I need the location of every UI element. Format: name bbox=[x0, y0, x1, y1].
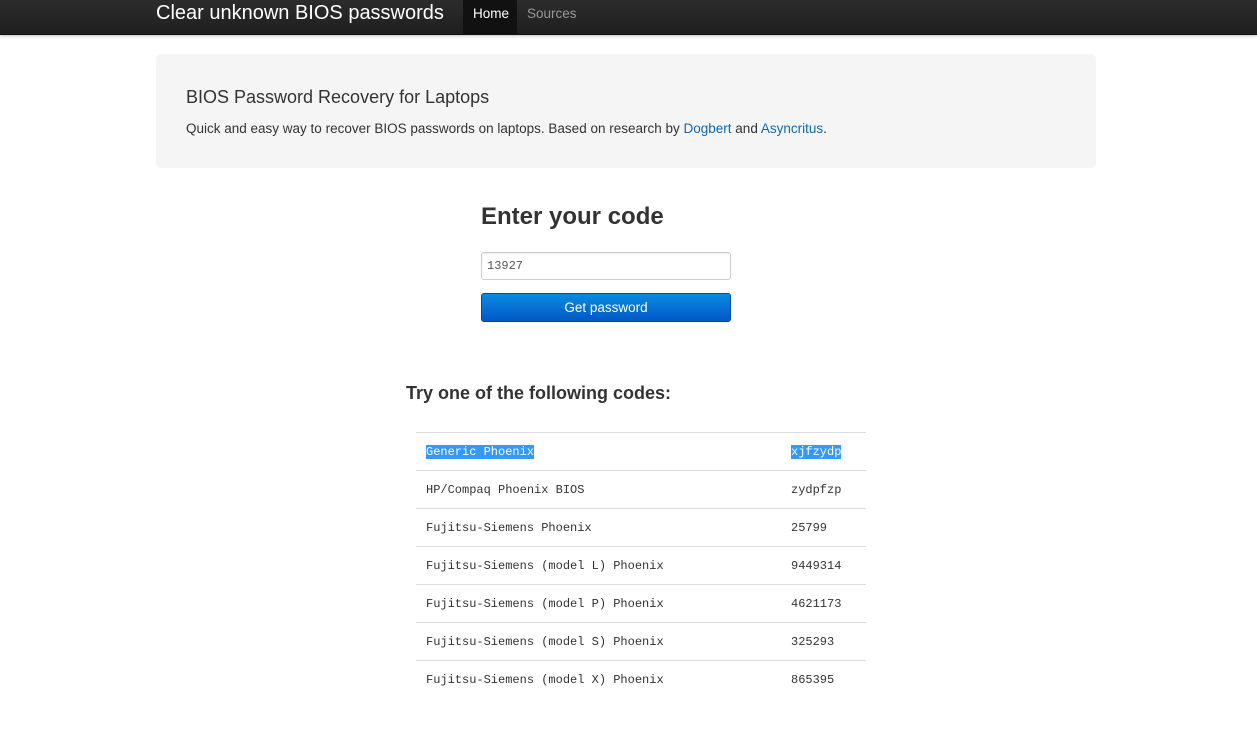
bios-name-cell: Fujitsu-Siemens (model L) Phoenix bbox=[416, 546, 781, 585]
bios-name-cell: Fujitsu-Siemens (model P) Phoenix bbox=[416, 584, 781, 623]
dogbert-link[interactable]: Dogbert bbox=[684, 121, 732, 136]
table-row: Fujitsu-Siemens (model P) Phoenix 462117… bbox=[416, 584, 866, 623]
password-cell: zydpfzp bbox=[781, 470, 866, 509]
bios-name-cell: Fujitsu-Siemens (model S) Phoenix bbox=[416, 622, 781, 661]
hero-text-suffix: . bbox=[823, 121, 827, 136]
code-input[interactable] bbox=[481, 252, 731, 280]
asyncritus-link[interactable]: Asyncritus bbox=[761, 121, 823, 136]
bios-name-cell: HP/Compaq Phoenix BIOS bbox=[416, 470, 781, 509]
password-cell: xjfzydp bbox=[781, 432, 866, 471]
hero-text-mid: and bbox=[731, 121, 761, 136]
password-cell: 9449314 bbox=[781, 546, 866, 585]
hero-text-prefix: Quick and easy way to recover BIOS passw… bbox=[186, 121, 684, 136]
nav-home[interactable]: Home bbox=[463, 0, 517, 34]
site-brand[interactable]: Clear unknown BIOS passwords bbox=[156, 1, 444, 25]
bios-name: Generic Phoenix bbox=[426, 444, 535, 459]
password-cell: 4621173 bbox=[781, 584, 866, 623]
enter-code-heading: Enter your code bbox=[481, 203, 664, 230]
bios-name-cell: Fujitsu-Siemens Phoenix bbox=[416, 508, 781, 547]
table-row: HP/Compaq Phoenix BIOS zydpfzp bbox=[416, 470, 866, 509]
table-row: Fujitsu-Siemens (model L) Phoenix 944931… bbox=[416, 546, 866, 585]
codes-table: Generic Phoenix xjfzydp HP/Compaq Phoeni… bbox=[416, 432, 866, 698]
table-row: Fujitsu-Siemens (model X) Phoenix 865395 bbox=[416, 660, 866, 698]
password-cell: 865395 bbox=[781, 660, 866, 698]
table-row: Fujitsu-Siemens Phoenix 25799 bbox=[416, 508, 866, 547]
table-row: Generic Phoenix xjfzydp bbox=[416, 432, 866, 471]
password-value: xjfzydp bbox=[791, 444, 842, 459]
results-heading: Try one of the following codes: bbox=[406, 383, 672, 403]
top-navbar: Clear unknown BIOS passwords Home Source… bbox=[0, 0, 1257, 35]
get-password-button[interactable]: Get password bbox=[481, 293, 731, 322]
password-cell: 25799 bbox=[781, 508, 866, 547]
hero-title: BIOS Password Recovery for Laptops bbox=[186, 87, 490, 107]
table-row: Fujitsu-Siemens (model S) Phoenix 325293 bbox=[416, 622, 866, 661]
password-cell: 325293 bbox=[781, 622, 866, 661]
bios-name-cell: Generic Phoenix bbox=[416, 432, 781, 471]
bios-name-cell: Fujitsu-Siemens (model X) Phoenix bbox=[416, 660, 781, 698]
nav-sources[interactable]: Sources bbox=[517, 0, 587, 34]
hero-unit: BIOS Password Recovery for Laptops Quick… bbox=[156, 54, 1096, 168]
hero-description: Quick and easy way to recover BIOS passw… bbox=[186, 121, 827, 136]
